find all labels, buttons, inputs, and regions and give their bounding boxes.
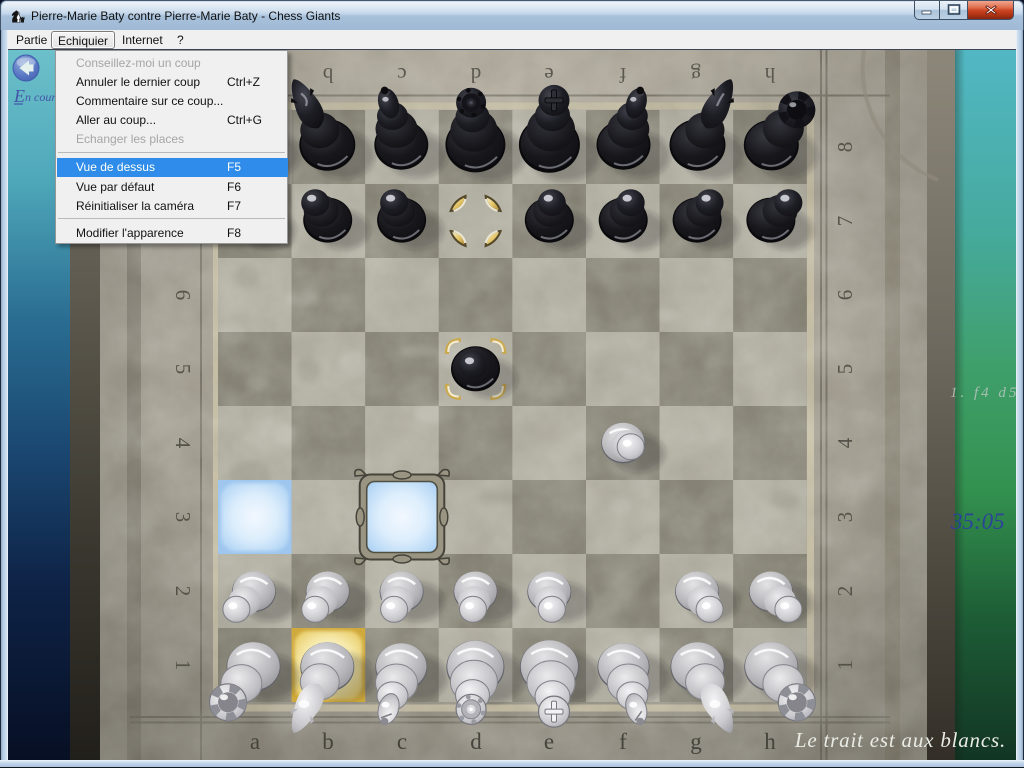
svg-text:6: 6 (833, 290, 857, 301)
svg-text:e: e (544, 729, 554, 754)
svg-text:3: 3 (171, 512, 195, 523)
svg-text:e: e (544, 63, 553, 87)
svg-text:c: c (397, 729, 407, 754)
svg-text:h: h (764, 63, 775, 87)
svg-text:2: 2 (833, 586, 857, 597)
svg-text:c: c (397, 63, 406, 87)
svg-text:g: g (690, 63, 701, 87)
svg-text:8: 8 (833, 142, 857, 153)
svg-text:5: 5 (171, 364, 195, 375)
svg-text:4: 4 (833, 437, 857, 448)
svg-text:d: d (470, 729, 482, 754)
svg-text:1: 1 (833, 660, 857, 671)
svg-text:2: 2 (171, 586, 195, 597)
svg-text:d: d (470, 63, 481, 87)
svg-text:h: h (764, 729, 776, 754)
svg-text:35:05: 35:05 (950, 509, 1005, 534)
svg-text:3: 3 (833, 512, 857, 523)
svg-text:1: 1 (171, 660, 195, 671)
svg-text:5: 5 (833, 364, 857, 375)
svg-text:Le trait est aux blancs.: Le trait est aux blancs. (794, 728, 1006, 752)
svg-text:4: 4 (171, 438, 195, 449)
svg-text:a: a (250, 729, 260, 754)
svg-text:b: b (323, 63, 334, 87)
svg-text:1. f4 d5: 1. f4 d5 (950, 385, 1016, 401)
svg-text:f: f (619, 729, 627, 754)
svg-text:f: f (620, 63, 627, 87)
svg-text:g: g (690, 729, 702, 754)
svg-text:7: 7 (833, 216, 857, 227)
svg-text:6: 6 (171, 290, 195, 301)
svg-text:b: b (322, 729, 334, 754)
